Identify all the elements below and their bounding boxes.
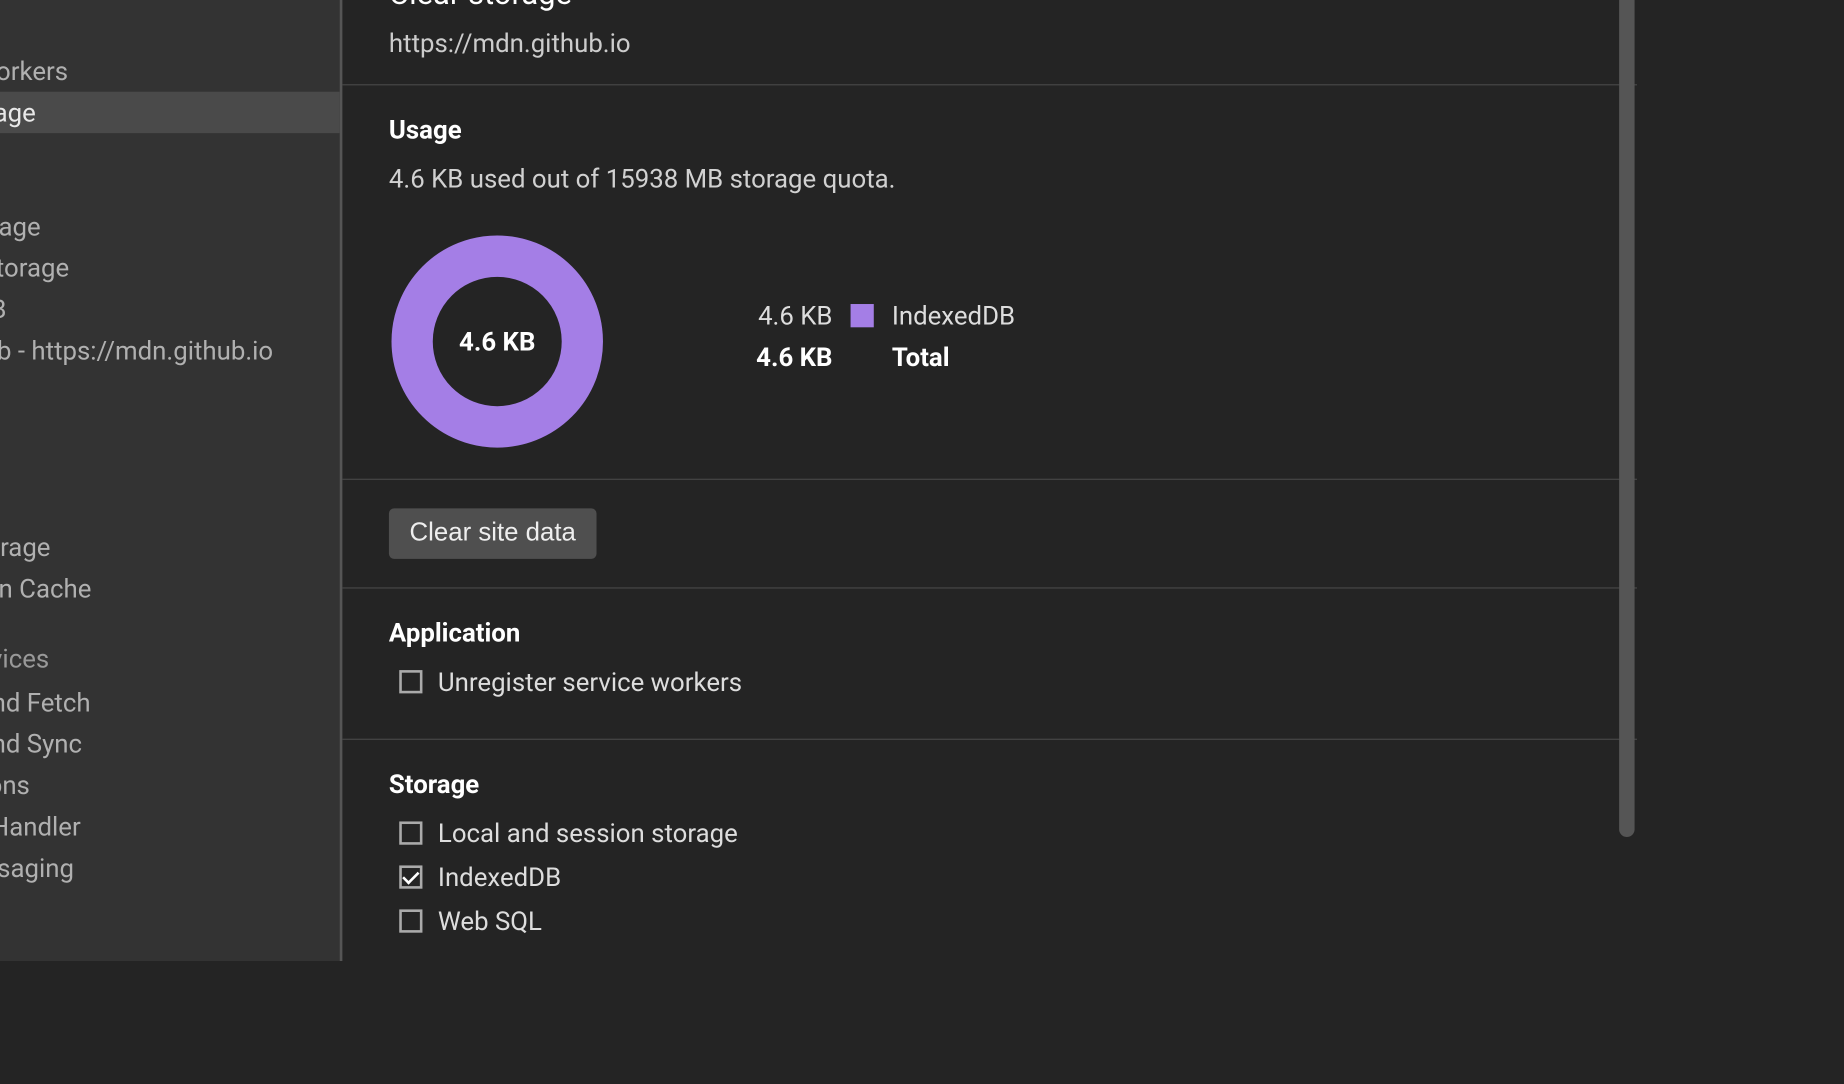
clear-site-data-button[interactable]: Clear site data: [389, 508, 597, 558]
checkbox-checked-icon: [399, 865, 422, 888]
sidebar-item-label: Cache Storage: [0, 532, 50, 563]
legend-swatch-icon: [850, 304, 873, 327]
sidebar-item-label: notes_db - https://mdn.github.io: [0, 335, 273, 366]
sidebar-item-label: Payment Handler: [0, 811, 81, 842]
sidebar-item-service-workers[interactable]: Service Workers: [0, 50, 340, 91]
sidebar-section-cache: Cache: [0, 475, 340, 527]
page-title: Clear storage: [389, 0, 1591, 12]
sidebar-item-local-storage[interactable]: ▶ Local Storage: [0, 206, 340, 247]
checkbox-icon: [399, 909, 422, 932]
sidebar-item-clear-storage[interactable]: Clear storage: [0, 92, 340, 133]
sidebar-item-label: Notifications: [0, 770, 30, 801]
sidebar-item-cookies[interactable]: ▶ Cookies: [0, 413, 340, 454]
sidebar-item-label: Background Sync: [0, 728, 82, 759]
sidebar-item-session-storage[interactable]: ▶ Session Storage: [0, 247, 340, 288]
usage-legend: 4.6 KB IndexedDB 4.6 KB Total: [734, 300, 1015, 383]
sidebar-item-push[interactable]: Push Messaging: [0, 847, 340, 888]
checkbox-icon: [399, 670, 422, 693]
usage-donut-chart: 4.6 KB: [389, 233, 606, 450]
sidebar-item-label: Application Cache: [0, 573, 91, 604]
sidebar-item-label: Clear storage: [0, 97, 36, 128]
checkbox-local-session[interactable]: Local and session storage: [389, 817, 1591, 848]
usage-text: 4.6 KB used out of 15938 MB storage quot…: [389, 163, 1591, 194]
checkbox-label: IndexedDB: [438, 861, 561, 892]
sidebar-item-application-cache[interactable]: Application Cache: [0, 568, 340, 609]
sidebar-item-label: Session Storage: [0, 252, 69, 283]
storage-section-title: Storage: [389, 768, 1591, 799]
sidebar-item-cache-storage[interactable]: Cache Storage: [0, 526, 340, 567]
legend-total-label: Total: [892, 341, 950, 372]
application-section-title: Application: [389, 617, 1591, 648]
sidebar-section-storage: Storage: [0, 154, 340, 206]
content-panel: Clear storage https://mdn.github.io Usag…: [342, 0, 1637, 961]
sidebar-section-background: Background Services: [0, 630, 340, 682]
sidebar-item-indexeddb-db[interactable]: ▶ notes_db - https://mdn.github.io: [0, 330, 340, 371]
sidebar-item-bg-sync[interactable]: Background Sync: [0, 723, 340, 764]
sidebar-item-manifest[interactable]: Manifest: [0, 9, 340, 50]
checkbox-websql[interactable]: Web SQL: [389, 905, 1591, 936]
origin-label: https://mdn.github.io: [389, 27, 1591, 58]
sidebar-item-label: Background Fetch: [0, 687, 91, 718]
sidebar-item-payment[interactable]: Payment Handler: [0, 806, 340, 847]
application-sidebar: Application Manifest Service Workers Cle…: [0, 0, 342, 961]
donut-center-label: 4.6 KB: [389, 233, 606, 450]
sidebar-item-label: Local Storage: [0, 211, 41, 242]
checkbox-unregister-sw[interactable]: Unregister service workers: [389, 666, 1591, 697]
scrollbar-thumb[interactable]: [1619, 0, 1634, 837]
checkbox-label: Local and session storage: [438, 817, 738, 848]
legend-size: 4.6 KB: [734, 300, 832, 331]
sidebar-item-label: Push Messaging: [0, 852, 74, 883]
sidebar-item-label: IndexedDB: [0, 294, 7, 325]
sidebar-section-application: Application: [0, 0, 340, 9]
legend-label: IndexedDB: [892, 300, 1015, 331]
sidebar-item-websql[interactable]: Web SQL: [0, 371, 340, 412]
sidebar-section-frames: Frames: [0, 909, 340, 961]
scrollbar[interactable]: [1619, 0, 1634, 958]
sidebar-item-label: Service Workers: [0, 56, 68, 87]
usage-title: Usage: [389, 114, 1591, 145]
legend-total-size: 4.6 KB: [734, 341, 832, 372]
checkbox-indexeddb[interactable]: IndexedDB: [389, 861, 1591, 892]
sidebar-item-notifications[interactable]: Notifications: [0, 764, 340, 805]
checkbox-label: Unregister service workers: [438, 666, 742, 697]
sidebar-item-bg-fetch[interactable]: Background Fetch: [0, 682, 340, 723]
checkbox-icon: [399, 821, 422, 844]
checkbox-label: Web SQL: [438, 905, 542, 936]
sidebar-item-indexeddb[interactable]: ▼ IndexedDB: [0, 288, 340, 329]
